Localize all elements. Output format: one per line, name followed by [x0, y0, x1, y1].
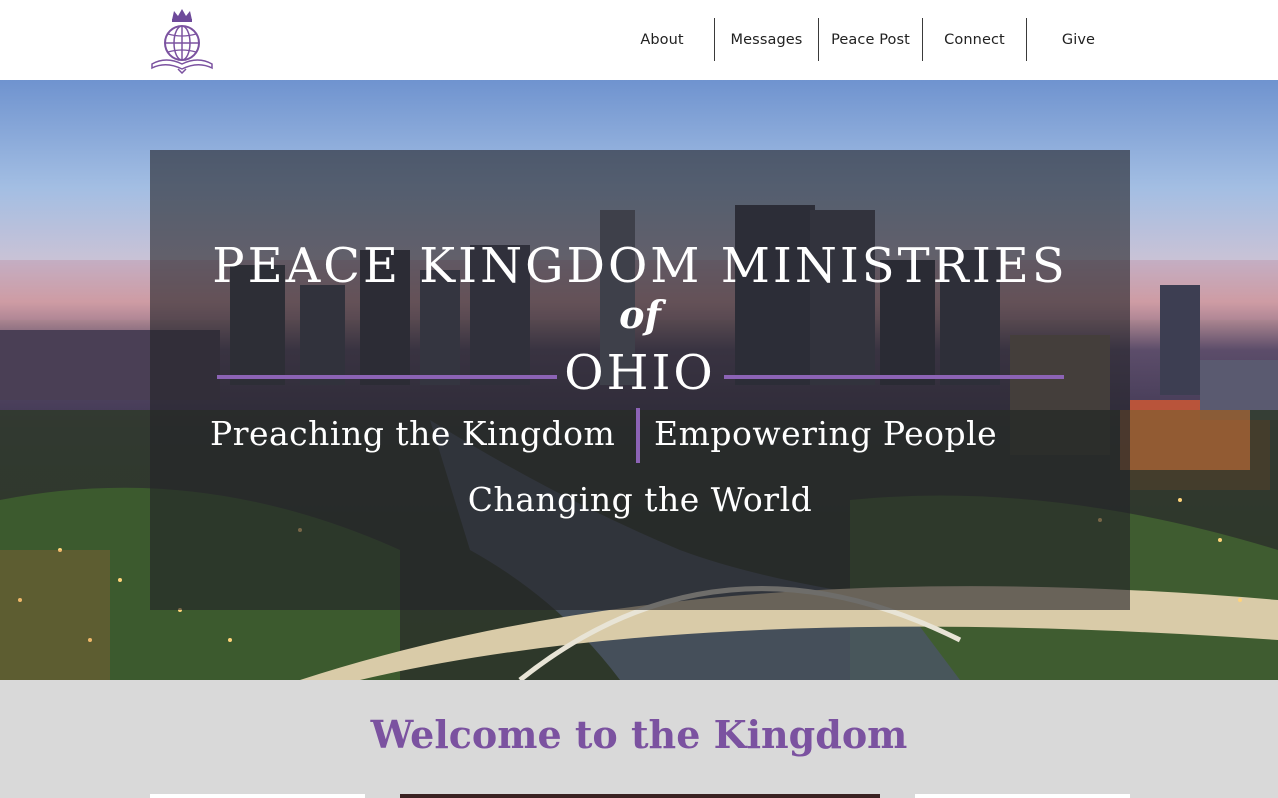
tagline-changing: Changing the World	[467, 480, 813, 519]
tagline-empowering: Empowering People	[654, 414, 998, 453]
main-nav: About Messages Peace Post Connect Give	[610, 18, 1130, 61]
card-left[interactable]	[150, 794, 365, 798]
site-header: About Messages Peace Post Connect Give	[0, 0, 1278, 80]
decorative-line-right	[724, 375, 1064, 379]
hero-of-text: of	[619, 292, 661, 337]
nav-give[interactable]: Give	[1026, 18, 1130, 61]
nav-connect[interactable]: Connect	[922, 18, 1026, 61]
card-center-image[interactable]	[400, 794, 880, 798]
tagline-preaching: Preaching the Kingdom	[210, 414, 616, 453]
tagline-divider	[636, 408, 640, 463]
welcome-title: Welcome to the Kingdom	[370, 712, 908, 757]
hero-location: OHIO	[564, 345, 716, 401]
nav-about[interactable]: About	[610, 18, 714, 61]
logo-icon[interactable]	[148, 6, 216, 75]
tagline-row: Preaching the Kingdom Empowering People	[150, 408, 1130, 464]
welcome-section: Welcome to the Kingdom	[0, 680, 1278, 798]
hero-banner: PEACE KINGDOM MINISTRIES of OHIO Preachi…	[0, 80, 1278, 680]
card-right[interactable]	[915, 794, 1130, 798]
nav-messages[interactable]: Messages	[714, 18, 818, 61]
hero-overlay-box: PEACE KINGDOM MINISTRIES of OHIO Preachi…	[150, 150, 1130, 610]
hero-title: PEACE KINGDOM MINISTRIES	[212, 238, 1068, 294]
nav-peace-post[interactable]: Peace Post	[818, 18, 922, 61]
